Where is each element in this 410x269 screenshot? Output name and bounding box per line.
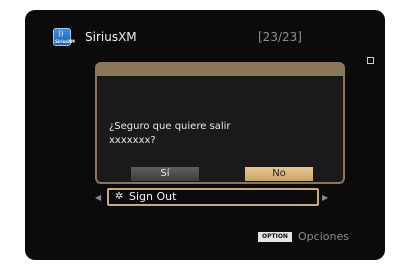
signal-waves-icon: )) [58,30,64,38]
screen: )) SiriusXM SiriusXM [23/23] ¿Seguro que… [25,10,385,260]
option-badge: OPTION [258,232,292,242]
menu-item-label: Sign Out [129,190,177,203]
gear-icon: ✲ [115,191,124,202]
left-arrow-icon[interactable]: ◀ [95,193,101,202]
square-icon [367,57,374,64]
no-button[interactable]: No [245,167,313,181]
confirm-dialog: ¿Seguro que quiere salir xxxxxxx? Sí No [95,62,345,184]
yes-button[interactable]: Sí [131,167,199,181]
right-arrow-icon[interactable]: ▶ [322,193,328,202]
sign-out-menu-item[interactable]: ✲ Sign Out [107,188,319,206]
options-label[interactable]: Opciones [298,230,349,243]
dialog-message: ¿Seguro que quiere salir xxxxxxx? [109,121,231,146]
service-icon-text: SiriusXM [55,39,75,44]
siriusxm-logo-icon: )) SiriusXM [53,28,75,46]
track-counter: [23/23] [258,30,302,44]
app-title: SiriusXM [85,30,137,44]
